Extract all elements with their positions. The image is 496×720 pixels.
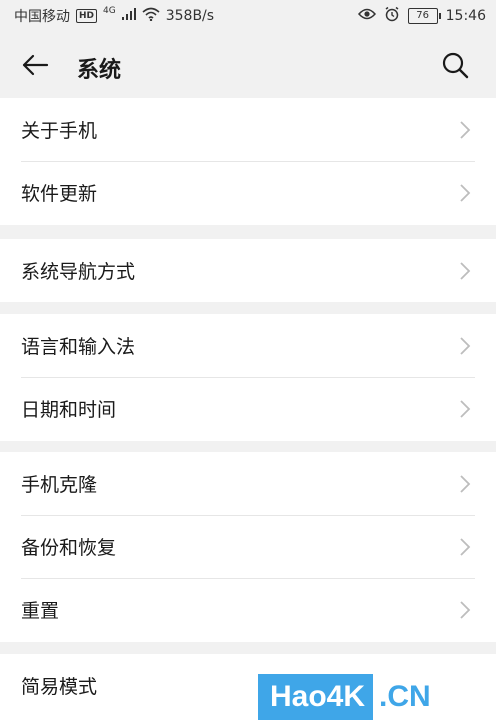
chevron-right-icon (460, 474, 471, 493)
chevron-right-icon (460, 600, 471, 619)
chevron-right-icon (460, 261, 471, 280)
settings-group-language: 语言和输入法 日期和时间 (0, 314, 496, 441)
settings-item-label: 关于手机 (21, 120, 98, 142)
wifi-icon (142, 7, 160, 25)
network-speed: 358B/s (165, 8, 215, 24)
watermark-logo: Hao4K .CN (258, 674, 496, 720)
settings-group-navigation: 系统导航方式 (0, 239, 496, 302)
search-icon (442, 52, 469, 79)
settings-item-date-time[interactable]: 日期和时间 (0, 377, 496, 440)
settings-item-label: 系统导航方式 (21, 261, 136, 283)
carrier-label: 中国移动 (14, 9, 70, 25)
settings-group-backup: 手机克隆 备份和恢复 重置 (0, 452, 496, 642)
back-button[interactable] (18, 48, 52, 82)
network-type-label: 4G (103, 6, 116, 16)
watermark-left: Hao4K (258, 674, 374, 720)
chevron-right-icon (460, 120, 471, 139)
settings-item-software-update[interactable]: 软件更新 (0, 161, 496, 224)
status-left: 中国移动 HD 4G 358B/s (14, 6, 214, 26)
battery-icon: 76 (407, 8, 441, 24)
settings-item-label: 语言和输入法 (21, 336, 136, 358)
status-bar: 中国移动 HD 4G 358B/s 76 15:46 (0, 0, 496, 32)
settings-item-label: 重置 (21, 600, 60, 622)
hd-icon: HD (76, 9, 98, 23)
settings-item-label: 简易模式 (21, 676, 98, 698)
page-title: 系统 (77, 58, 122, 83)
settings-item-about-phone[interactable]: 关于手机 (0, 98, 496, 161)
settings-item-system-navigation[interactable]: 系统导航方式 (0, 239, 496, 302)
status-right: 76 15:46 (357, 6, 486, 26)
watermark-right: .CN (373, 674, 496, 720)
settings-item-reset[interactable]: 重置 (0, 578, 496, 641)
settings-item-phone-clone[interactable]: 手机克隆 (0, 452, 496, 515)
chevron-right-icon (460, 399, 471, 418)
chevron-right-icon (460, 336, 471, 355)
alarm-icon (384, 6, 400, 26)
search-button[interactable] (438, 48, 472, 82)
signal-icon (121, 8, 136, 24)
eye-comfort-icon (357, 8, 376, 24)
chevron-right-icon (460, 537, 471, 556)
settings-item-language-input[interactable]: 语言和输入法 (0, 314, 496, 377)
app-header: 系统 (0, 32, 496, 98)
settings-item-label: 备份和恢复 (21, 537, 117, 559)
clock: 15:46 (445, 8, 486, 24)
settings-item-backup-restore[interactable]: 备份和恢复 (0, 515, 496, 578)
settings-item-label: 手机克隆 (21, 474, 98, 496)
back-arrow-icon (22, 54, 49, 76)
settings-group-about: 关于手机 软件更新 (0, 98, 496, 225)
settings-item-label: 软件更新 (21, 183, 98, 205)
settings-item-label: 日期和时间 (21, 399, 117, 421)
chevron-right-icon (460, 183, 471, 202)
